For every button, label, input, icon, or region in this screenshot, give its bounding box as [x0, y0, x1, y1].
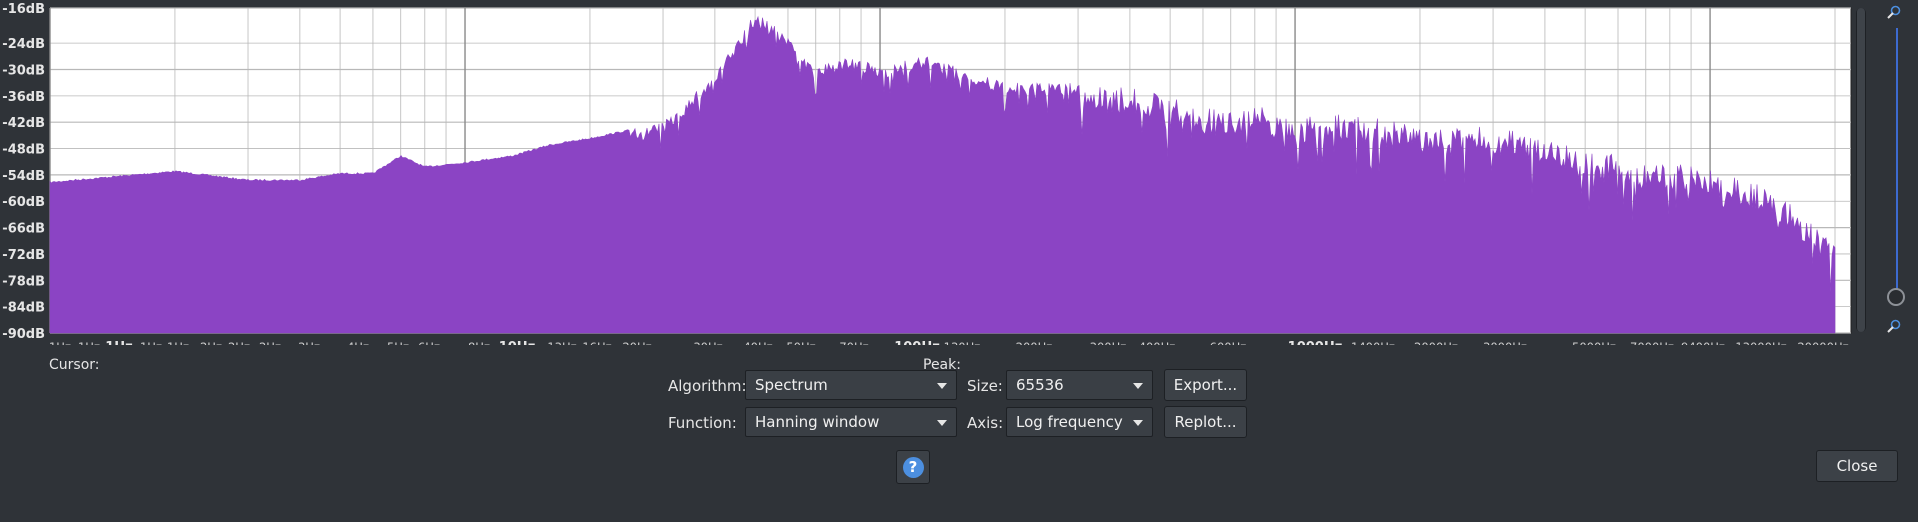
- algorithm-select[interactable]: Spectrum: [745, 370, 957, 400]
- x-tick-label: 1400Hz: [1351, 340, 1395, 345]
- y-tick-label: -16dB: [2, 2, 45, 17]
- x-tick-label: 3Hz: [298, 340, 320, 345]
- replot-button[interactable]: Replot...: [1164, 406, 1247, 438]
- x-tick-label: 1000Hz: [1288, 340, 1343, 345]
- y-tick-label: -78dB: [2, 274, 45, 289]
- chevron-down-icon: [937, 420, 947, 426]
- cursor-readout-label: Cursor:: [49, 357, 100, 373]
- zoom-out-icon[interactable]: [1886, 318, 1902, 334]
- x-tick-label: 1Hz: [105, 340, 133, 345]
- x-tick-label: 1Hz: [140, 340, 162, 345]
- algorithm-select-value: Spectrum: [755, 376, 828, 394]
- x-tick-label: 10Hz: [499, 340, 536, 345]
- y-tick-label: -30dB: [2, 63, 45, 78]
- x-tick-label: 20Hz: [622, 340, 651, 345]
- axis-select[interactable]: Log frequency: [1006, 407, 1153, 437]
- x-tick-label: 1Hz: [167, 340, 189, 345]
- y-tick-label: -24dB: [2, 37, 45, 52]
- x-tick-label: 5000Hz: [1572, 340, 1616, 345]
- function-select-value: Hanning window: [755, 413, 880, 431]
- x-tick-label: 9400Hz: [1681, 340, 1725, 345]
- plot-vertical-scrollbar[interactable]: [1856, 8, 1866, 332]
- x-tick-label: 1Hz: [49, 340, 71, 345]
- size-select[interactable]: 65536: [1006, 370, 1153, 400]
- x-tick-label: 2Hz: [259, 340, 281, 345]
- y-tick-label: -36dB: [2, 90, 45, 105]
- x-tick-label: 6Hz: [418, 340, 440, 345]
- chevron-down-icon: [1133, 420, 1143, 426]
- x-tick-label: 5Hz: [387, 340, 409, 345]
- x-tick-label: 3000Hz: [1483, 340, 1527, 345]
- x-tick-label: 7000Hz: [1630, 340, 1674, 345]
- plot-scrollbar-thumb[interactable]: [1857, 8, 1865, 332]
- axis-label: Axis:: [967, 414, 1004, 432]
- x-tick-label: 2000Hz: [1414, 340, 1458, 345]
- x-tick-label: 4Hz: [347, 340, 369, 345]
- x-tick-label: 20000Hz: [1797, 340, 1848, 345]
- x-tick-label: 13Hz: [547, 340, 576, 345]
- x-tick-label: 16Hz: [582, 340, 611, 345]
- spectrum-plot: -16dB -24dB -30dB -36dB -42dB -48dB -54dB -60dB…: [0, 0, 1918, 345]
- algorithm-label: Algorithm:: [668, 377, 747, 395]
- y-tick-label: -42dB: [2, 116, 45, 131]
- function-select[interactable]: Hanning window: [745, 407, 957, 437]
- chevron-down-icon: [1133, 383, 1143, 389]
- x-tick-label: 300Hz: [1090, 340, 1127, 345]
- zoom-slider-track[interactable]: [1896, 28, 1898, 298]
- x-tick-label: 200Hz: [1016, 340, 1053, 345]
- x-tick-label: 30Hz: [693, 340, 722, 345]
- x-tick-label: 2Hz: [228, 340, 250, 345]
- y-tick-label: -84dB: [2, 301, 45, 316]
- y-tick-label: -66dB: [2, 222, 45, 237]
- zoom-in-icon[interactable]: [1886, 4, 1902, 20]
- help-button[interactable]: ?: [896, 450, 930, 484]
- zoom-slider-thumb[interactable]: [1887, 288, 1905, 306]
- x-tick-label: 2Hz: [200, 340, 222, 345]
- y-tick-label: -72dB: [2, 248, 45, 263]
- x-tick-label: 70Hz: [839, 340, 868, 345]
- size-select-value: 65536: [1016, 376, 1064, 394]
- function-label: Function:: [668, 414, 737, 432]
- x-tick-label: 130Hz: [944, 340, 981, 345]
- x-tick-label: 600Hz: [1210, 340, 1247, 345]
- export-button[interactable]: Export...: [1164, 369, 1247, 401]
- y-tick-label: -60dB: [2, 195, 45, 210]
- x-tick-label: 100Hz: [894, 340, 940, 345]
- x-tick-label: 1Hz: [78, 340, 100, 345]
- x-tick-label: 8Hz: [468, 340, 490, 345]
- x-tick-label: 13000Hz: [1735, 340, 1786, 345]
- spectrum-plot-svg: -16dB -24dB -30dB -36dB -42dB -48dB -54dB -60dB…: [2, 2, 1852, 345]
- y-tick-label: -54dB: [2, 169, 45, 184]
- axis-select-value: Log frequency: [1016, 413, 1123, 431]
- y-tick-label: -90dB: [2, 327, 45, 342]
- close-button[interactable]: Close: [1816, 450, 1898, 482]
- chevron-down-icon: [937, 383, 947, 389]
- x-tick-label: 400Hz: [1139, 340, 1176, 345]
- help-icon: ?: [902, 456, 924, 478]
- size-label: Size:: [967, 377, 1003, 395]
- y-tick-label: -48dB: [2, 143, 45, 158]
- x-tick-label: 40Hz: [743, 340, 772, 345]
- x-tick-label: 50Hz: [786, 340, 815, 345]
